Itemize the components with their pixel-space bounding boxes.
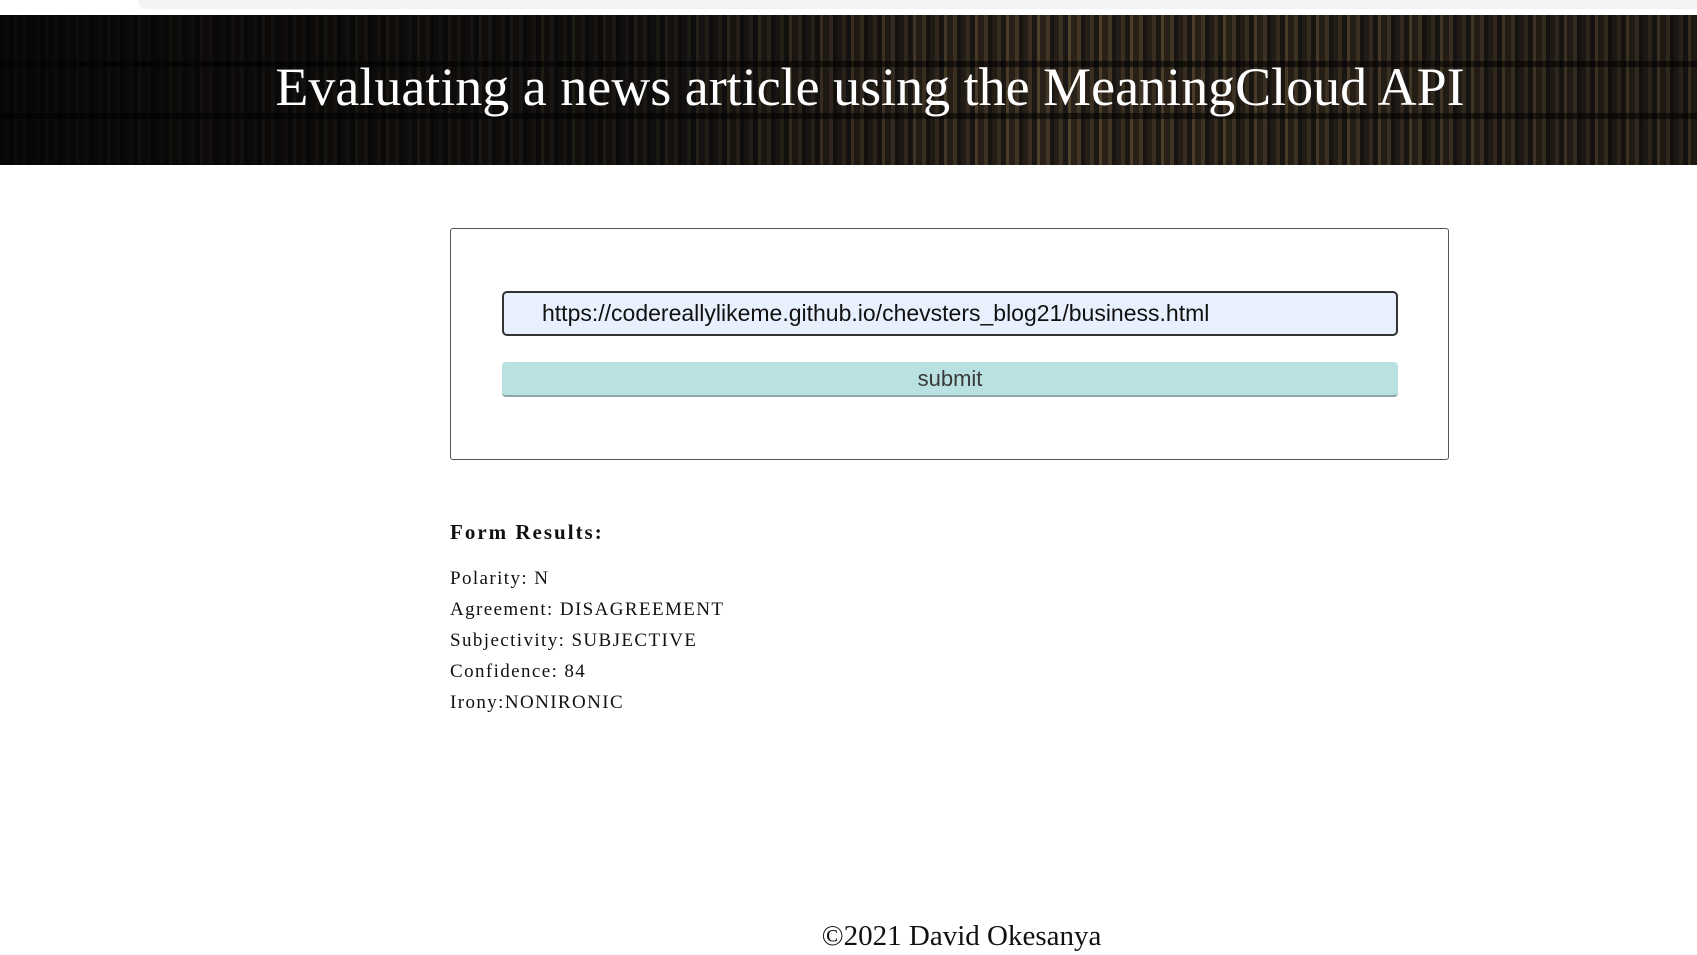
browser-tab-strip [138,0,1697,9]
results-heading: Form Results: [450,520,604,544]
result-subjectivity: Subjectivity: SUBJECTIVE [450,630,698,651]
url-form: submit [450,228,1449,460]
form-results: Form Results: Polarity: N Agreement: DIS… [450,520,1350,718]
submit-button[interactable]: submit [502,362,1398,397]
page-title: Evaluating a news article using the Mean… [275,57,1465,117]
result-confidence: Confidence: 84 [450,661,587,682]
page-header: Evaluating a news article using the Mean… [0,15,1697,165]
browser-top-strip [0,0,1697,15]
copyright-text: ©2021 David Okesanya [821,920,1102,952]
result-agreement: Agreement: DISAGREEMENT [450,599,725,620]
result-irony: Irony:NONIRONIC [450,692,625,713]
page-footer: ©2021 David Okesanya [0,920,1697,953]
result-polarity: Polarity: N [450,568,550,589]
url-input[interactable] [502,291,1398,336]
